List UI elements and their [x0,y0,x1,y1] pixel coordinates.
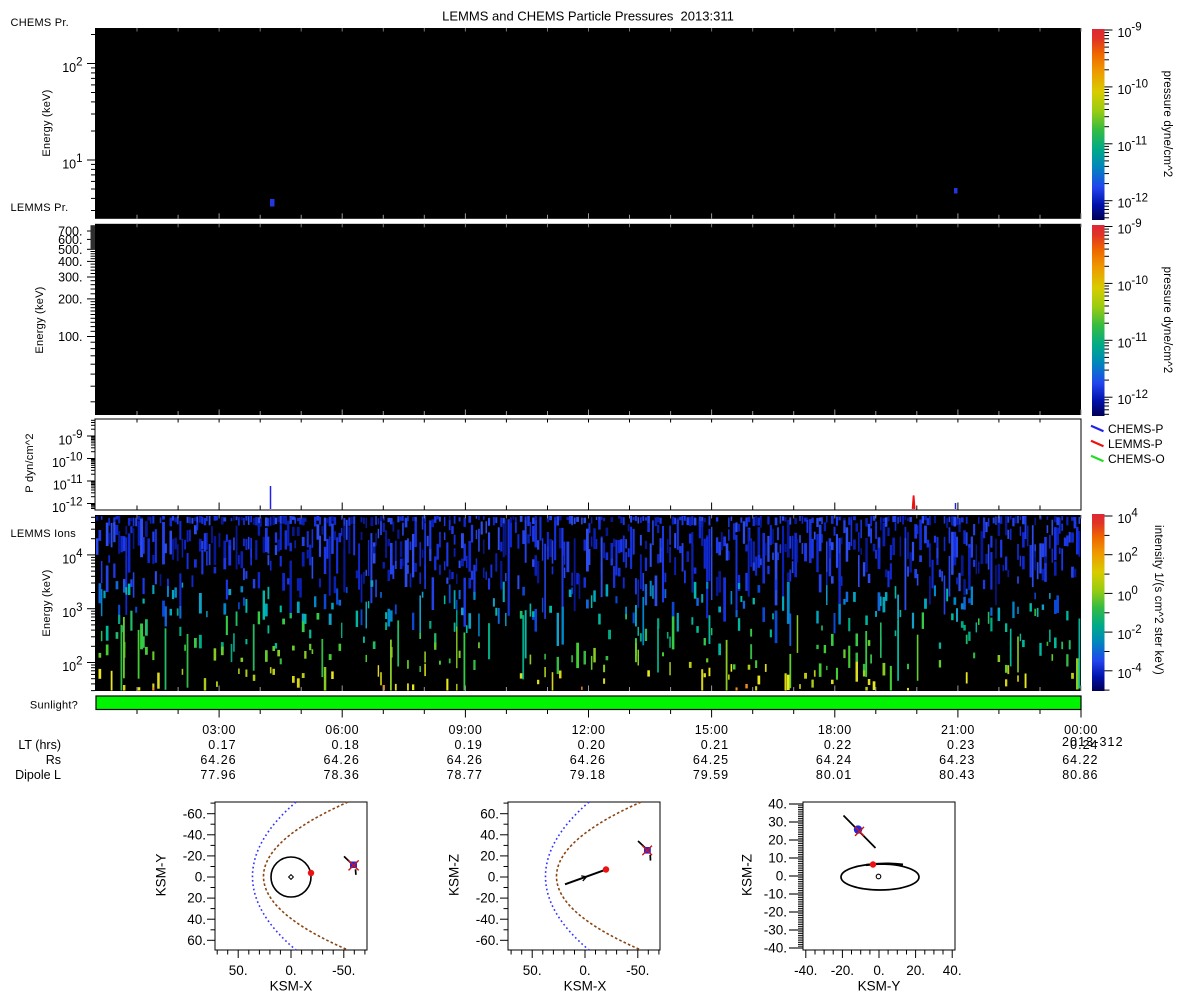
svg-text:50.: 50. [229,963,248,978]
svg-text:CHEMS-O: CHEMS-O [1108,452,1165,466]
svg-text:0.: 0. [195,870,206,885]
svg-text:KSM-Z: KSM-Z [447,854,462,896]
svg-text:06:00: 06:00 [325,723,359,737]
svg-text:KSM-Y: KSM-Y [154,854,169,897]
svg-text:09:00: 09:00 [449,723,483,737]
svg-text:400.: 400. [58,255,82,269]
svg-text:60.: 60. [480,806,499,821]
svg-text:-50.: -50. [626,963,649,978]
svg-text:64.26: 64.26 [570,753,606,767]
svg-text:64.26: 64.26 [324,753,360,767]
svg-text:Energy (keV): Energy (keV) [34,286,46,353]
svg-text:-20.: -20. [764,905,787,920]
svg-text:0.17: 0.17 [208,738,236,752]
svg-text:78.77: 78.77 [447,768,483,782]
svg-text:60.: 60. [187,933,206,948]
svg-text:80.43: 80.43 [939,768,975,782]
svg-text:700.: 700. [58,225,82,239]
svg-text:KSM-Z: KSM-Z [740,854,755,896]
svg-text:40.: 40. [480,827,499,842]
svg-text:100.: 100. [58,330,82,344]
svg-text:-40.: -40. [764,941,787,956]
svg-text:0.19: 0.19 [455,738,483,752]
svg-text:Energy (keV): Energy (keV) [41,569,53,636]
svg-text:LEMMS-P: LEMMS-P [1108,437,1163,451]
svg-text:LEMMS Ions: LEMMS Ions [11,528,77,540]
svg-text:0.20: 0.20 [578,738,606,752]
svg-text:20.: 20. [906,963,925,978]
svg-text:intensity 1/(s cm^2 ster keV): intensity 1/(s cm^2 ster keV) [1152,525,1164,675]
svg-text:0.18: 0.18 [331,738,359,752]
svg-text:-40.: -40. [794,963,817,978]
svg-text:80.01: 80.01 [816,768,852,782]
svg-text:64.24: 64.24 [816,753,852,767]
svg-text:-40.: -40. [183,827,206,842]
svg-text:64.26: 64.26 [447,753,483,767]
svg-text:77.96: 77.96 [200,768,236,782]
svg-text:pressure dyne/cm^2: pressure dyne/cm^2 [1161,267,1173,374]
svg-text:Rs: Rs [46,753,61,767]
svg-text:0.21: 0.21 [701,738,729,752]
svg-text:-20.: -20. [476,891,499,906]
svg-text:03:00: 03:00 [202,723,236,737]
svg-text:LEMMS and CHEMS Particle Press: LEMMS and CHEMS Particle Pressures 2013:… [442,9,734,24]
svg-text:10.: 10. [768,851,787,866]
svg-text:0.: 0. [579,963,590,978]
svg-text:Energy (keV): Energy (keV) [41,89,53,156]
svg-text:12:00: 12:00 [572,723,606,737]
svg-text:20.: 20. [187,891,206,906]
svg-text:-60.: -60. [183,806,206,821]
svg-text:KSM-Y: KSM-Y [858,979,901,994]
svg-text:21:00: 21:00 [941,723,975,737]
svg-text:40.: 40. [768,797,787,812]
svg-text:-20.: -20. [831,963,854,978]
svg-text:40.: 40. [943,963,962,978]
svg-text:0.: 0. [488,870,499,885]
svg-text:64.26: 64.26 [200,753,236,767]
svg-text:0.: 0. [776,869,787,884]
svg-text:50.: 50. [523,963,542,978]
svg-text:KSM-X: KSM-X [564,979,607,994]
svg-text:-20.: -20. [183,849,206,864]
svg-text:-40.: -40. [476,912,499,927]
svg-text:64.22: 64.22 [1062,753,1098,767]
svg-text:15:00: 15:00 [695,723,729,737]
svg-text:CHEMS Pr.: CHEMS Pr. [11,17,69,29]
svg-text:Dipole L: Dipole L [15,768,61,782]
svg-text:200.: 200. [58,292,82,306]
svg-text:20.: 20. [480,849,499,864]
svg-text:64.23: 64.23 [939,753,975,767]
svg-text:pressure dyne/cm^2: pressure dyne/cm^2 [1161,71,1173,178]
svg-text:79.18: 79.18 [570,768,606,782]
svg-text:18:00: 18:00 [818,723,852,737]
svg-text:79.59: 79.59 [693,768,729,782]
svg-text:20.: 20. [768,833,787,848]
svg-text:78.36: 78.36 [324,768,360,782]
svg-text:-60.: -60. [476,933,499,948]
svg-text:40.: 40. [187,912,206,927]
svg-text:LEMMS Pr.: LEMMS Pr. [11,202,69,214]
svg-text:P dyn/cm^2: P dyn/cm^2 [24,433,36,492]
svg-text:0.: 0. [285,963,296,978]
svg-text:-10.: -10. [764,887,787,902]
svg-text:0.23: 0.23 [947,738,975,752]
svg-text:Sunlight?: Sunlight? [30,700,78,712]
svg-text:80.86: 80.86 [1062,768,1098,782]
svg-text:CHEMS-P: CHEMS-P [1108,422,1163,436]
svg-text:-30.: -30. [764,923,787,938]
svg-text:LT (hrs): LT (hrs) [18,738,61,752]
svg-text:300.: 300. [58,271,82,285]
svg-text:0.22: 0.22 [824,738,852,752]
svg-text:-50.: -50. [332,963,355,978]
svg-text:64.25: 64.25 [693,753,729,767]
svg-text:2013-312: 2013-312 [1062,735,1124,749]
svg-text:30.: 30. [768,815,787,830]
svg-text:0.: 0. [873,963,884,978]
svg-text:KSM-X: KSM-X [270,979,313,994]
